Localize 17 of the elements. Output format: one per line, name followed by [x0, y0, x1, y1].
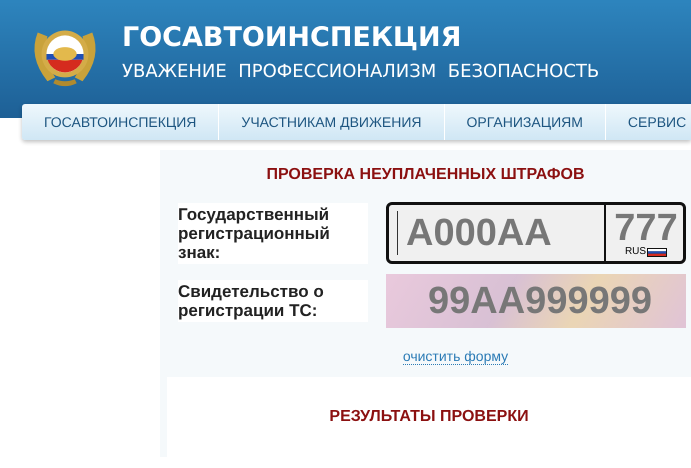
- certificate-input[interactable]: 99AA999999: [386, 274, 686, 328]
- clear-form-link[interactable]: очистить форму: [402, 348, 508, 365]
- nav-item[interactable]: СЕРВИС: [606, 104, 691, 140]
- nav-item[interactable]: УЧАСТНИКАМ ДВИЖЕНИЯ: [219, 104, 445, 140]
- plate-region-input[interactable]: 777: [606, 209, 686, 247]
- results-title: РЕЗУЛЬТАТЫ ПРОВЕРКИ: [329, 408, 529, 426]
- site-slogan: УВАЖЕНИЕ ПРОФЕССИОНАЛИЗМ БЕЗОПАСНОСТЬ: [122, 62, 600, 80]
- site-title: ГОСАВТОИНСПЕКЦИЯ: [122, 24, 462, 50]
- nav-item[interactable]: ГОСАВТОИНСПЕКЦИЯ: [22, 104, 220, 140]
- plate-label: Государственный регистрационный знак:: [178, 202, 368, 264]
- country-code: RUS: [624, 247, 646, 257]
- nav-item[interactable]: ОРГАНИЗАЦИЯМ: [444, 104, 606, 140]
- certificate-label: Свидетельство о регистрации ТС:: [178, 280, 368, 322]
- form-title: ПРОВЕРКА НЕУПЛАЧЕННЫХ ШТРАФОВ: [265, 166, 586, 184]
- plate-field[interactable]: A000AA 777 RUS: [386, 202, 686, 264]
- plate-number-input[interactable]: A000AA: [397, 211, 606, 255]
- flag-icon: [647, 248, 668, 256]
